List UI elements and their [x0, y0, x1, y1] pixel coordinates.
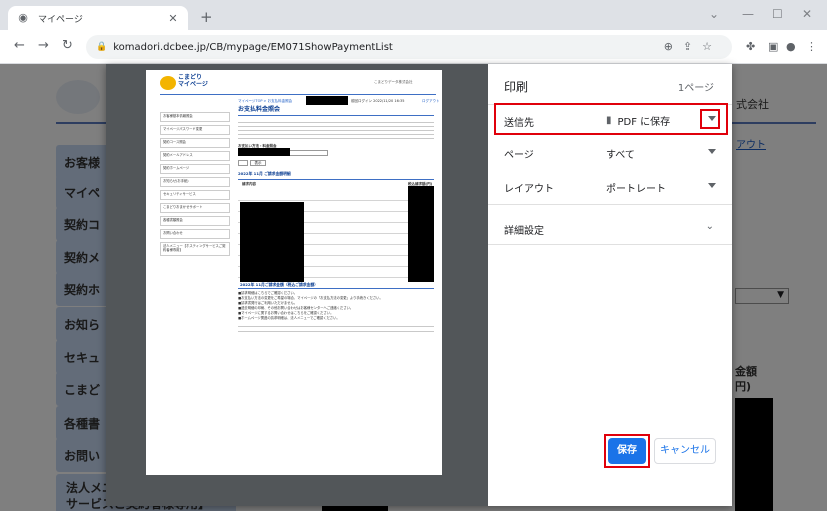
profile-icon[interactable]: ● — [786, 40, 796, 53]
layout-value: ポートレート — [606, 183, 666, 195]
new-tab-icon[interactable]: + — [200, 8, 213, 26]
layout-select[interactable]: ポートレート — [598, 174, 724, 200]
redaction-block — [408, 186, 434, 282]
preview-month-title: 2022年 11月 ご請求金額明細 — [238, 171, 291, 176]
zoom-icon[interactable]: ⊕ — [664, 40, 683, 53]
redaction-block — [238, 148, 290, 156]
url-text: komadori.dcbee.jp/CB/mypage/EM071ShowPay… — [113, 41, 393, 53]
preview-page: こまどり マイページ こまどりデータ株式会社 マイページTOP > お支払料金照… — [146, 70, 442, 475]
preview-heading: お支払料金照会 — [238, 106, 281, 113]
preview-month-rule — [238, 179, 434, 180]
omnibox-icons: ⊕⇪☆ — [664, 40, 722, 53]
print-settings-pane: 印刷 1ページ 送信先 ▮ PDF に保存 ページ すべて レイアウト ポートレ… — [488, 64, 732, 506]
preview-login-info: 前回ログイン 2022/11/20 16:35 — [351, 99, 405, 103]
preview-menu-item: マイページパスワード変更 — [160, 125, 230, 135]
preview-menu-item: 契約コース照会 — [160, 138, 230, 148]
browser-toolbar: ← → ↻ 🔒 komadori.dcbee.jp/CB/mypage/EM07… — [0, 30, 827, 64]
preview-select-small — [238, 160, 248, 166]
preview-heading-rule — [238, 115, 434, 116]
address-bar[interactable]: 🔒 komadori.dcbee.jp/CB/mypage/EM071ShowP… — [86, 35, 732, 59]
pages-label: ページ — [504, 150, 534, 161]
forward-icon[interactable]: → — [38, 38, 49, 53]
preview-menu-item: 各種書類照会 — [160, 216, 230, 226]
print-dialog: こまどり マイページ こまどりデータ株式会社 マイページTOP > お支払料金照… — [106, 64, 732, 506]
preview-menu-item: お客様基本情報照会 — [160, 112, 230, 122]
preview-logo-text: こまどり マイページ — [178, 74, 208, 89]
globe-icon: ◉ — [18, 11, 28, 24]
maximize-icon[interactable]: ☐ — [772, 7, 783, 21]
preview-menu-item: お知らせ(お手紙) — [160, 177, 230, 187]
pages-value: すべて — [606, 149, 635, 161]
cancel-button[interactable]: キャンセル — [654, 438, 716, 464]
print-preview-pane[interactable]: こまどり マイページ こまどりデータ株式会社 マイページTOP > お支払料金照… — [106, 64, 488, 506]
preview-menu-item: 法人メニュー【ホスティングサービスご契約者様専用】 — [160, 242, 230, 256]
preview-footnote — [238, 322, 434, 332]
reload-icon[interactable]: ↻ — [62, 38, 73, 53]
more-settings-toggle[interactable]: 詳細設定 — [504, 222, 544, 237]
print-title: 印刷 — [504, 80, 529, 94]
highlight-destination-row — [494, 103, 728, 135]
preview-menu-item: 契約ホームページ — [160, 164, 230, 174]
pages-select[interactable]: すべて — [598, 140, 724, 166]
highlight-destination-caret — [700, 109, 720, 129]
tab-search-chevron-icon[interactable]: ⌄ — [709, 7, 719, 21]
highlight-save-button — [604, 434, 650, 468]
preview-logout: ログアウト — [422, 99, 440, 103]
preview-breadcrumb: マイページTOP > お支払料金照会 — [238, 99, 293, 103]
chevron-down-icon[interactable] — [708, 149, 716, 154]
preview-menu-item: 契約メールアドレス — [160, 151, 230, 161]
close-window-icon[interactable]: ✕ — [802, 7, 812, 21]
redaction-block — [240, 202, 304, 282]
chevron-down-icon[interactable] — [708, 183, 716, 188]
preview-intro-text — [238, 119, 434, 141]
extensions-icon[interactable]: ✤ — [746, 40, 755, 53]
preview-logo-icon — [160, 76, 176, 90]
layout-label: レイアウト — [504, 184, 554, 195]
close-tab-icon[interactable]: ✕ — [166, 12, 180, 25]
preview-note: ■ホームページ関連の請求明細は、法人メニューでご確認ください。 — [238, 316, 340, 320]
browser-tab[interactable]: ◉ マイページ ✕ — [8, 6, 188, 30]
lock-icon: 🔒 — [96, 42, 108, 52]
redaction-block — [306, 96, 348, 105]
preview-company: こまどりデータ株式会社 — [374, 80, 413, 84]
divider — [488, 244, 732, 245]
sidepanel-icon[interactable]: ▣ — [768, 40, 778, 53]
preview-menu-item: セキュリティサービス — [160, 190, 230, 200]
share-icon[interactable]: ⇪ — [683, 40, 702, 53]
preview-header-rule — [160, 94, 436, 95]
preview-menu-item: お問い合わせ — [160, 229, 230, 239]
preview-show-button: 表示 — [250, 160, 266, 166]
preview-menu-item: こまどりおまかせサポート — [160, 203, 230, 213]
preview-col-name: 請求内容 — [242, 182, 256, 186]
tab-title: マイページ — [38, 14, 83, 25]
browser-tab-strip: ◉ マイページ ✕ + ⌄ — ☐ ✕ — [0, 0, 827, 30]
preview-total-rule — [238, 288, 434, 289]
menu-kebab-icon[interactable]: ⋮ — [806, 40, 817, 53]
page-count: 1ページ — [677, 83, 714, 94]
preview-total-title: 2022年 11月ご請求金額（税込ご請求金額） — [240, 282, 318, 287]
divider — [488, 204, 732, 205]
minimize-icon[interactable]: — — [742, 7, 754, 21]
back-icon[interactable]: ← — [14, 38, 25, 53]
bookmark-star-icon[interactable]: ☆ — [702, 40, 722, 53]
chevron-down-icon[interactable]: ⌄ — [706, 221, 714, 232]
